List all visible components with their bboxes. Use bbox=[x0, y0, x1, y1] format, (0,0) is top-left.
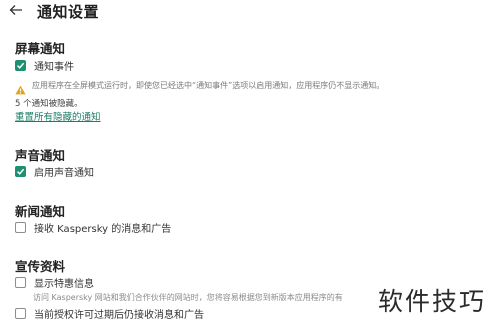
watermark-text: 软件技巧 bbox=[373, 282, 490, 318]
enable-sound-label[interactable]: 启用声音通知 bbox=[34, 164, 94, 179]
warning-text: 应用程序在全屏模式运行时，即使您已经选中“通知事件”选项以启用通知，应用程序仍不… bbox=[32, 80, 385, 90]
enable-sound-option[interactable]: 启用声音通知 bbox=[15, 164, 94, 179]
enable-sound-checkbox[interactable] bbox=[15, 165, 26, 177]
after-expiry-label[interactable]: 当前授权许可过期后仍接收消息和广告 bbox=[34, 306, 204, 321]
notify-events-label[interactable]: 通知事件 bbox=[34, 58, 74, 73]
back-arrow-icon[interactable] bbox=[8, 3, 24, 17]
page-title: 通知设置 bbox=[37, 3, 100, 21]
offers-description: 访问 Kaspersky 网站和我们合作伙伴的网站时，您将容易根据您到新版本应用… bbox=[33, 293, 343, 302]
section-title-marketing: 宣传资料 bbox=[15, 259, 66, 274]
section-title-screen: 屏幕通知 bbox=[15, 41, 66, 56]
show-offers-checkbox[interactable] bbox=[15, 276, 26, 288]
after-expiry-option[interactable]: 当前授权许可过期后仍接收消息和广告 bbox=[15, 306, 204, 321]
warning-triangle-icon bbox=[15, 80, 26, 95]
section-title-news: 新闻通知 bbox=[15, 204, 66, 219]
section-title-sound: 声音通知 bbox=[15, 148, 66, 163]
reset-hidden-notifications-link[interactable]: 重置所有隐藏的通知 bbox=[15, 109, 101, 123]
receive-news-checkbox[interactable] bbox=[15, 221, 26, 233]
receive-news-option[interactable]: 接收 Kaspersky 的消息和广告 bbox=[15, 220, 171, 235]
after-expiry-checkbox[interactable] bbox=[15, 307, 26, 319]
show-offers-option[interactable]: 显示特惠信息 bbox=[15, 275, 94, 290]
notify-events-checkbox[interactable] bbox=[15, 59, 26, 71]
show-offers-label[interactable]: 显示特惠信息 bbox=[34, 275, 94, 290]
receive-news-label[interactable]: 接收 Kaspersky 的消息和广告 bbox=[34, 220, 171, 235]
fullscreen-warning: 应用程序在全屏模式运行时，即使您已经选中“通知事件”选项以启用通知，应用程序仍不… bbox=[15, 79, 385, 95]
notify-events-option[interactable]: 通知事件 bbox=[15, 58, 74, 73]
hidden-notifications-count: 5 个通知被隐藏。 bbox=[15, 99, 83, 109]
